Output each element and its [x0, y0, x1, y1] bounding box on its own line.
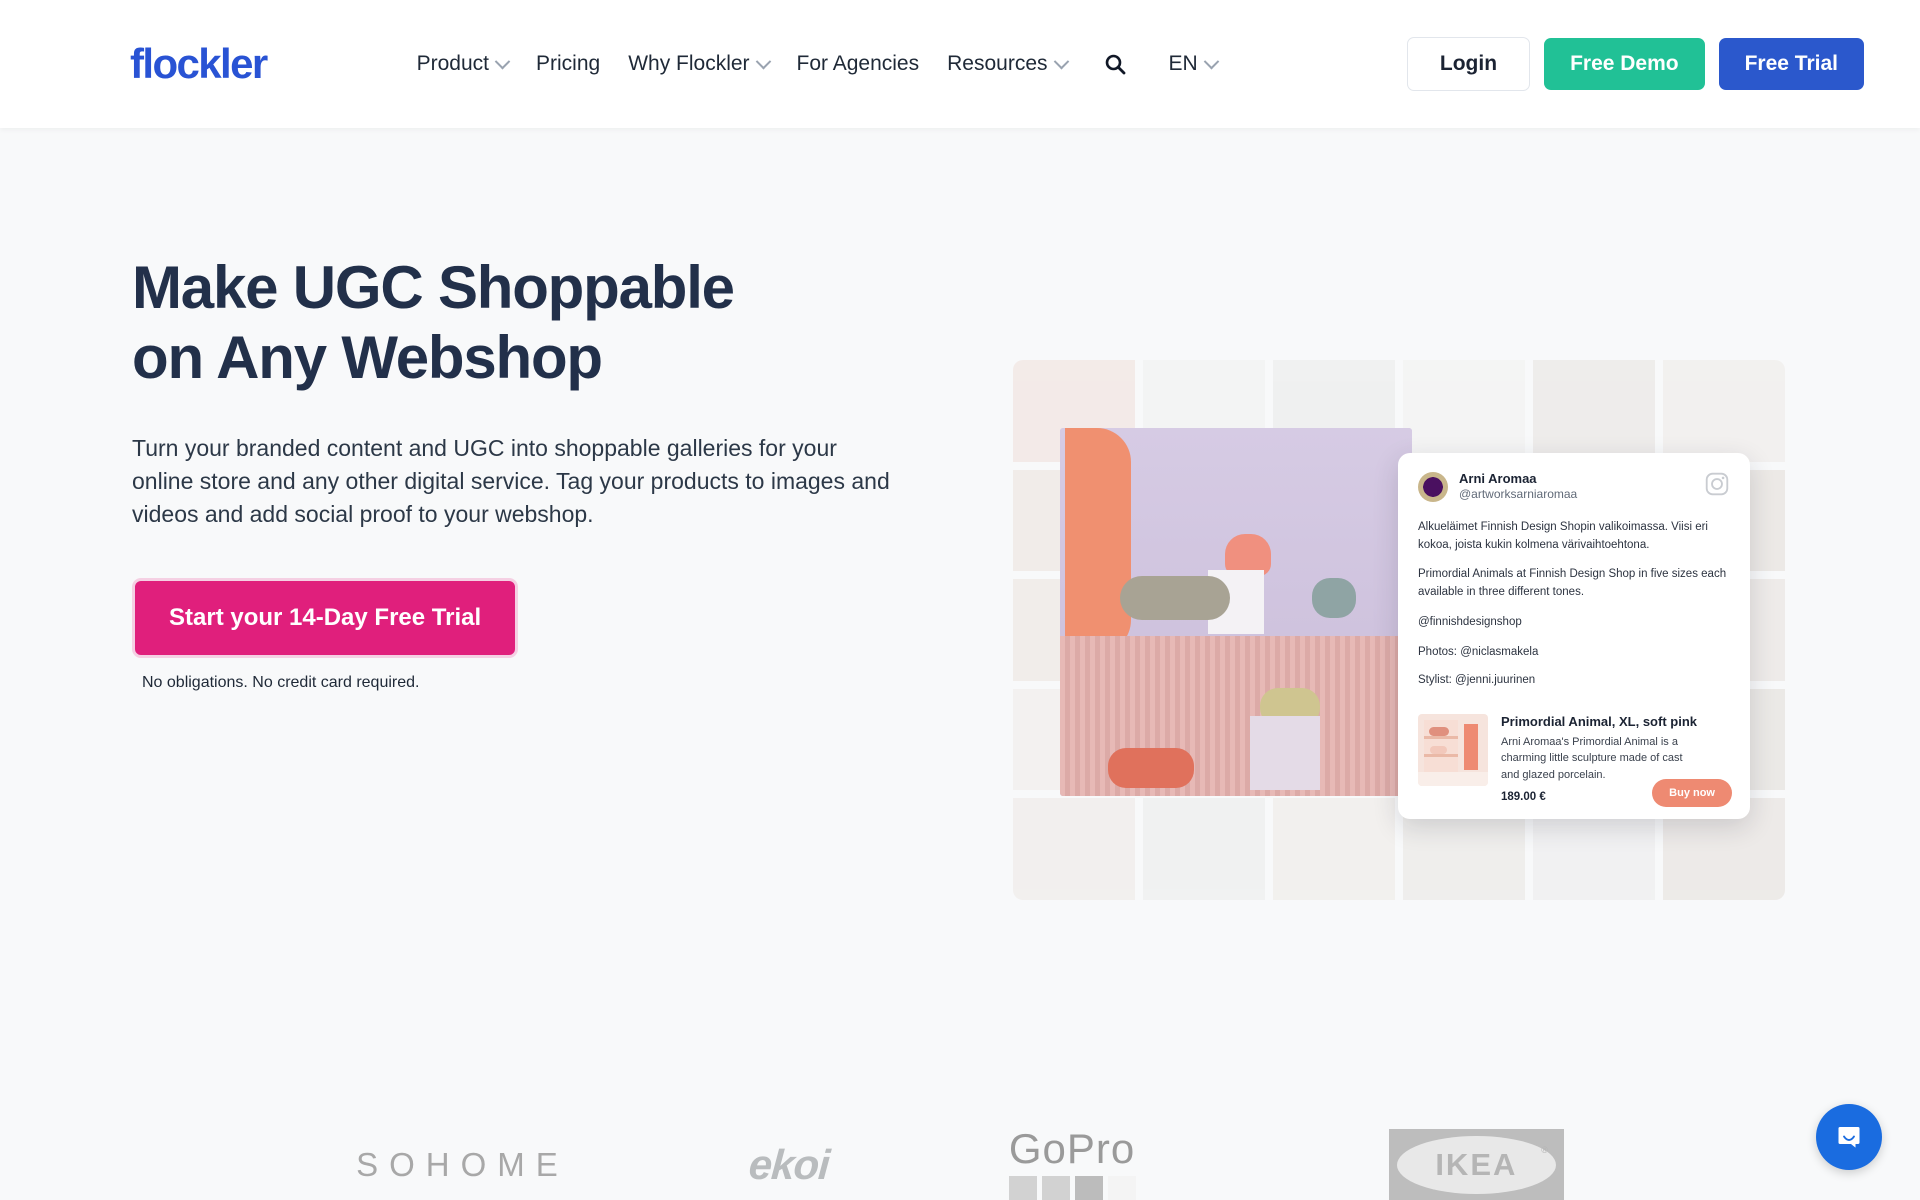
site-header: flockler Product Pricing Why Flockler Fo… [0, 0, 1920, 128]
headline-line-1: Make UGC Shoppable [132, 254, 735, 321]
ikea-wordmark: IKEA [1435, 1147, 1518, 1182]
post-body-hashtag: @finnishdesignshop [1418, 616, 1522, 629]
grid-tile [1273, 798, 1395, 900]
hero-subcopy: Turn your branded content and UGC into s… [132, 435, 890, 528]
buy-now-button[interactable]: Buy now [1652, 779, 1732, 808]
start-free-trial-button[interactable]: Start your 14-Day Free Trial [132, 577, 519, 658]
nav-item-product[interactable]: Product [416, 52, 511, 76]
logo-sohome: SOHOME [356, 1146, 569, 1183]
social-post-card: Arni Aromaa @artworksarniaromaa Alkueläi… [1398, 453, 1750, 820]
author-handle: @artworksarniaromaa [1459, 487, 1578, 502]
post-body-photos: Photos: @niclasmakela [1418, 645, 1539, 658]
headline-line-2: on Any Webshop [132, 323, 603, 391]
chat-widget-button[interactable] [1816, 1104, 1882, 1170]
post-author-row: Arni Aromaa @artworksarniaromaa [1418, 471, 1730, 503]
free-demo-button[interactable]: Free Demo [1544, 38, 1705, 90]
photo-shape-sculpture-grey [1120, 576, 1230, 620]
cta-note: No obligations. No credit card required. [142, 673, 420, 691]
grid-tile [1533, 360, 1655, 462]
nav-item-label: For Agencies [796, 52, 920, 75]
chat-bubble-icon [1838, 1127, 1860, 1148]
avatar [1418, 471, 1448, 502]
post-body-stylist: Stylist: @jenni.juurinen [1418, 673, 1536, 686]
featured-photo [1060, 428, 1412, 796]
chevron-down-icon [755, 53, 771, 69]
product-description: Arni Aromaa's Primordial Animal is a cha… [1501, 735, 1683, 781]
instagram-icon [1704, 471, 1730, 502]
author-name: Arni Aromaa [1459, 471, 1537, 486]
post-body-2: Primordial Animals at Finnish Design Sho… [1418, 568, 1727, 599]
gopro-squares [1008, 1176, 1209, 1200]
chevron-down-icon [1203, 53, 1219, 69]
nav-item-label: Why Flockler [628, 52, 750, 75]
photo-shape-pedestal-lilac [1250, 716, 1320, 790]
ikea-registered-mark: ® [1541, 1145, 1548, 1155]
author-meta: Arni Aromaa @artworksarniaromaa [1459, 471, 1577, 503]
photo-shape-sculpture-red [1108, 748, 1194, 788]
post-body-1: Alkueläimet Finnish Design Shopin valiko… [1418, 520, 1708, 551]
grid-tile [1143, 798, 1265, 900]
product-block[interactable]: Primordial Animal, XL, soft pink Arni Ar… [1418, 710, 1732, 808]
search-icon[interactable] [1103, 52, 1127, 76]
grid-tile [1013, 798, 1135, 900]
nav-item-label: Resources [947, 52, 1048, 75]
grid-tile [1663, 360, 1785, 462]
hero-text-block: Make UGC Shoppable on Any Webshop Turn y… [132, 253, 892, 692]
logo-ikea: IKEA ® [1388, 1129, 1564, 1200]
customer-logo-strip: SOHOME ekoi GoPro IKEA ® [0, 1128, 1920, 1200]
header-actions: Login Free Demo Free Trial [1406, 37, 1864, 91]
product-info: Primordial Animal, XL, soft pink Arni Ar… [1501, 713, 1732, 808]
photo-shape-sculpture-teal [1312, 578, 1356, 618]
flockler-logo[interactable]: flockler [130, 40, 268, 88]
login-button[interactable]: Login [1406, 37, 1531, 91]
page-title: Make UGC Shoppable on Any Webshop [132, 253, 892, 392]
product-thumbnail [1418, 713, 1488, 786]
grid-tile [1403, 360, 1525, 462]
photo-shape-peach-panel [1065, 428, 1131, 654]
nav-item-resources[interactable]: Resources [947, 52, 1069, 76]
nav-item-label: Pricing [535, 52, 601, 75]
language-selector[interactable]: EN [1168, 52, 1219, 76]
product-title: Primordial Animal, XL, soft pink [1501, 713, 1697, 729]
page-body: Make UGC Shoppable on Any Webshop Turn y… [0, 128, 1920, 1200]
nav-item-for-agencies[interactable]: For Agencies [797, 52, 920, 76]
nav-item-label: Product [416, 52, 489, 75]
chevron-down-icon [1053, 53, 1069, 69]
language-label: EN [1168, 52, 1198, 75]
logo-ekoi: ekoi [747, 1141, 831, 1188]
nav-item-pricing[interactable]: Pricing [536, 52, 600, 76]
free-trial-button[interactable]: Free Trial [1718, 38, 1864, 90]
main-navigation: Product Pricing Why Flockler For Agencie… [417, 52, 1407, 76]
gopro-wordmark: GoPro [1008, 1125, 1136, 1172]
chevron-down-icon [494, 53, 511, 69]
logo-gopro: GoPro [1008, 1125, 1209, 1200]
nav-item-why-flockler[interactable]: Why Flockler [628, 52, 771, 76]
